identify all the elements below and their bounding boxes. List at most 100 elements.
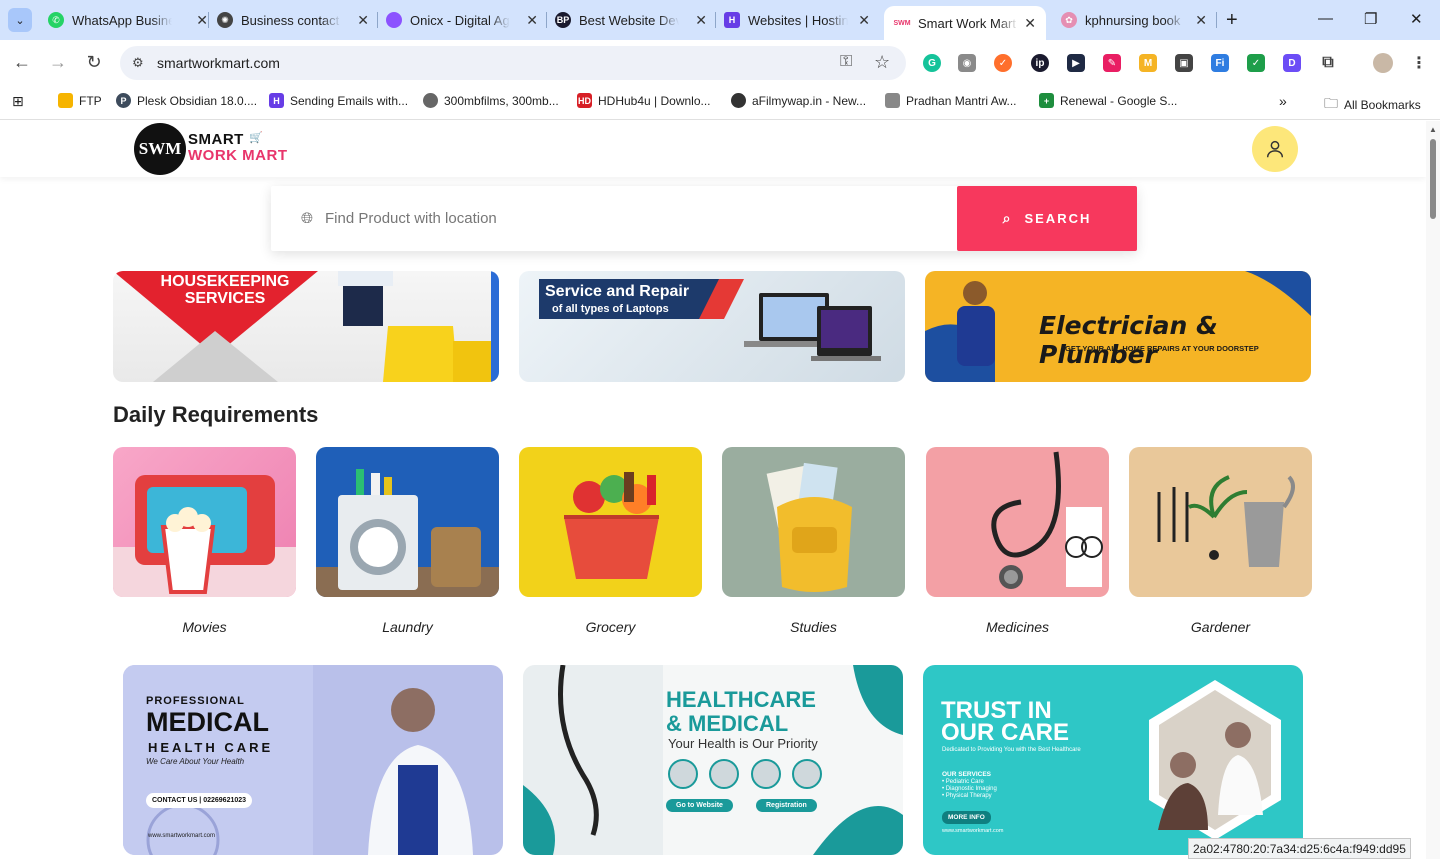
profile-avatar[interactable] xyxy=(1373,53,1393,73)
search-button[interactable]: ⌕ SEARCH xyxy=(957,186,1137,251)
page-scrollbar[interactable]: ▲ xyxy=(1426,121,1440,859)
url-text[interactable]: smartworkmart.com xyxy=(157,55,280,71)
bookmark-afilmywap[interactable]: aFilmywap.in - New... xyxy=(731,93,866,108)
promo-services-title: OUR SERVICES xyxy=(942,771,992,778)
tab-hostinger[interactable]: H Websites | Hostinger ✕ xyxy=(724,6,870,34)
tab-best-website[interactable]: BP Best Website Developer ✕ xyxy=(555,6,707,34)
promo-registration-button[interactable]: Registration xyxy=(756,799,817,812)
more-menu-icon[interactable]: ⋮ xyxy=(1410,54,1428,72)
camera-icon[interactable]: ◉ xyxy=(958,54,976,72)
reload-icon[interactable]: ↻ xyxy=(83,52,105,73)
category-gardener[interactable]: Gardener xyxy=(1129,447,1312,635)
category-movies[interactable]: Movies xyxy=(113,447,296,635)
extensions-puzzle-icon[interactable]: ⧉ xyxy=(1319,54,1337,72)
address-bar[interactable]: ⚙ smartworkmart.com ⚿ ☆ xyxy=(120,46,906,80)
bookmark-sending-emails[interactable]: H Sending Emails with... xyxy=(269,93,408,108)
tab-business-contact[interactable]: ✺ Business contact info ✕ xyxy=(217,6,369,34)
category-medicines[interactable]: Medicines xyxy=(926,447,1109,635)
bookmarks-overflow-icon[interactable]: » xyxy=(1279,93,1287,109)
bookmark-label: HDHub4u | Downlo... xyxy=(598,93,711,108)
promo-healthcare-medical[interactable]: HEALTHCARE & MEDICAL Your Health is Our … xyxy=(523,665,903,855)
tab-strip: ⌄ ✆ WhatsApp Business ✕ ✺ Business conta… xyxy=(0,0,1440,40)
ip-extension-icon[interactable]: ip xyxy=(1031,54,1049,72)
category-grocery[interactable]: Grocery xyxy=(519,447,702,635)
bookmark-icon xyxy=(731,93,746,108)
site-info-icon[interactable]: ⚙ xyxy=(132,55,144,71)
scroll-thumb[interactable] xyxy=(1430,139,1436,219)
shield-icon[interactable]: ✓ xyxy=(1247,54,1265,72)
promo-professional-medical[interactable]: PROFESSIONAL MEDICAL HEALTH CARE We Care… xyxy=(123,665,503,855)
close-icon[interactable]: ✕ xyxy=(526,12,538,29)
status-tooltip: 2a02:4780:20:7a34:d25:6c4a:f949:dd95 xyxy=(1188,838,1411,859)
m-extension-icon[interactable]: M xyxy=(1139,54,1157,72)
image-icon[interactable]: ▣ xyxy=(1175,54,1193,72)
banner-electrician-plumber[interactable]: Electrician & Plumber GET YOUR ALL HOME … xyxy=(925,271,1311,382)
extension-orange-icon[interactable]: ✓ xyxy=(994,54,1012,72)
new-tab-button[interactable]: + xyxy=(1226,10,1238,30)
banner-title: Electrician & Plumber xyxy=(1039,311,1218,369)
bookmark-hdhub4u[interactable]: HD HDHub4u | Downlo... xyxy=(577,93,711,108)
color-picker-icon[interactable]: ✎ xyxy=(1103,54,1121,72)
bookmark-ftp[interactable]: FTP xyxy=(58,93,102,108)
banner-title: HOUSEKEEPING SERVICES xyxy=(160,273,290,307)
grammarly-icon[interactable]: G xyxy=(923,54,941,72)
browser-toolbar: ← → ↻ ⚙ smartworkmart.com ⚿ ☆ G ◉ ✓ ip ▶… xyxy=(0,40,1440,86)
promo-more-info-button[interactable]: MORE INFO xyxy=(942,811,991,824)
bookmark-star-icon[interactable]: ☆ xyxy=(874,52,890,73)
hostinger-icon: H xyxy=(724,12,740,28)
promo-go-to-website-button[interactable]: Go to Website xyxy=(666,799,733,812)
fi-extension-icon[interactable]: Fi xyxy=(1211,54,1229,72)
promo-line1: HEALTHCARE xyxy=(666,687,816,712)
restore-icon[interactable]: ❐ xyxy=(1364,10,1377,28)
promo-line4: We Care About Your Health xyxy=(146,757,245,766)
user-account-button[interactable] xyxy=(1252,126,1298,172)
logo-abbreviation: SWM xyxy=(138,139,182,158)
tab-onicx[interactable]: Onicx - Digital Agency ✕ xyxy=(386,6,538,34)
minimize-icon[interactable]: — xyxy=(1318,10,1333,27)
bookmark-pradhan-mantri[interactable]: Pradhan Mantri Aw... xyxy=(885,93,1017,108)
back-icon[interactable]: ← xyxy=(11,52,33,73)
grocery-image xyxy=(519,447,702,597)
close-icon[interactable]: ✕ xyxy=(357,12,369,29)
scroll-up-icon[interactable]: ▲ xyxy=(1429,125,1437,134)
close-icon[interactable]: ✕ xyxy=(695,12,707,29)
search-input[interactable] xyxy=(325,206,945,230)
tab-smart-work-mart[interactable]: SWM Smart Work Mart ✕ xyxy=(884,6,1046,40)
search-icon: ⌕ xyxy=(1002,210,1011,226)
site-header: SWM SMART 🛒 WORK MART xyxy=(0,121,1426,177)
gardener-graphic xyxy=(1157,475,1295,567)
bookmark-plesk[interactable]: P Plesk Obsidian 18.0.... xyxy=(116,93,257,108)
password-key-icon[interactable]: ⚿ xyxy=(840,53,852,71)
all-bookmarks-label: All Bookmarks xyxy=(1344,98,1421,112)
banner-laptop-repair[interactable]: Service and Repair of all types of Lapto… xyxy=(519,271,905,382)
close-icon[interactable]: ✕ xyxy=(858,12,870,29)
section-title-daily-requirements: Daily Requirements xyxy=(113,402,319,427)
close-icon[interactable]: ✕ xyxy=(1024,15,1036,32)
swm-icon: SWM xyxy=(893,15,911,31)
grocery-graphic xyxy=(564,472,659,579)
bookmark-label: Renewal - Google S... xyxy=(1060,93,1178,108)
tab-kphnursing[interactable]: ✿ kphnursing book ✕ xyxy=(1061,6,1207,34)
bookmark-renewal-google[interactable]: + Renewal - Google S... xyxy=(1039,93,1177,108)
category-studies[interactable]: Studies xyxy=(722,447,905,635)
video-icon[interactable]: ▶ xyxy=(1067,54,1085,72)
forward-icon[interactable]: → xyxy=(47,52,69,73)
promo-trust-in-our-care[interactable]: TRUST IN OUR CARE Dedicated to Providing… xyxy=(923,665,1303,855)
all-bookmarks[interactable]: 🗀 All Bookmarks xyxy=(1324,93,1421,117)
d-extension-icon[interactable]: D xyxy=(1283,54,1301,72)
tab-search-button[interactable]: ⌄ xyxy=(8,8,32,32)
logo-text-work-mart: WORK MART xyxy=(188,147,288,164)
onicx-icon xyxy=(386,12,402,28)
category-laundry[interactable]: Laundry xyxy=(316,447,499,635)
tab-whatsapp[interactable]: ✆ WhatsApp Business ✕ xyxy=(48,6,208,34)
bookmark-icon: H xyxy=(269,93,284,108)
apps-grid-icon[interactable]: ⊞ xyxy=(12,93,24,110)
promo-line3: Dedicated to Providing You with the Best… xyxy=(942,747,1081,753)
tab-title: Smart Work Mart xyxy=(918,15,1016,31)
banner-housekeeping[interactable]: HOUSEKEEPING SERVICES xyxy=(113,271,499,382)
close-icon[interactable]: ✕ xyxy=(1195,12,1207,29)
site-logo[interactable]: SWM xyxy=(134,123,186,175)
close-icon[interactable]: ✕ xyxy=(196,12,208,29)
window-close-icon[interactable]: ✕ xyxy=(1410,10,1423,28)
bookmark-300mbfilms[interactable]: 300mbfilms, 300mb... xyxy=(423,93,559,108)
